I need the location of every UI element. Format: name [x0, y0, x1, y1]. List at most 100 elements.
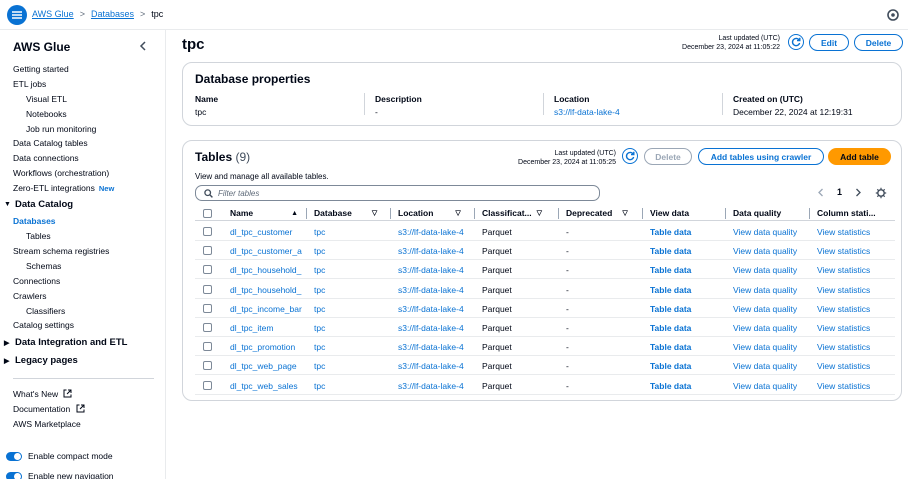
sidebar-item-data-connections[interactable]: Data connections — [13, 153, 79, 163]
compact-mode-toggle[interactable] — [6, 451, 22, 461]
database-link[interactable]: tpc — [314, 265, 386, 275]
location-link[interactable]: s3://lf-data-lake-4 — [398, 381, 474, 391]
sidebar-item-visual-etl[interactable]: Visual ETL — [26, 94, 67, 104]
filter-tables-input[interactable] — [218, 188, 598, 198]
view-data-quality-link[interactable]: View data quality — [733, 361, 807, 371]
database-link[interactable]: tpc — [314, 361, 386, 371]
table-name-link[interactable]: dl_tpc_item — [230, 323, 302, 333]
sidebar-section-data-integration[interactable]: ▶ Data Integration and ETL — [4, 337, 127, 348]
new-navigation-toggle[interactable] — [6, 471, 22, 479]
row-checkbox[interactable] — [203, 227, 212, 236]
sidebar-item-workflows[interactable]: Workflows (orchestration) — [13, 168, 109, 178]
column-header-deprecated[interactable]: Deprecated ▽ — [566, 208, 628, 218]
table-data-link[interactable]: Table data — [650, 381, 722, 391]
settings-icon[interactable] — [886, 8, 900, 22]
delete-button[interactable]: Delete — [854, 34, 903, 51]
edit-button[interactable]: Edit — [809, 34, 849, 51]
table-data-link[interactable]: Table data — [650, 246, 722, 256]
view-statistics-link[interactable]: View statistics — [817, 285, 891, 295]
breadcrumb-aws-glue[interactable]: AWS Glue — [32, 9, 74, 19]
view-data-quality-link[interactable]: View data quality — [733, 304, 807, 314]
sidebar-item-connections[interactable]: Connections — [13, 276, 60, 286]
page-number[interactable]: 1 — [837, 187, 842, 197]
table-data-link[interactable]: Table data — [650, 323, 722, 333]
view-statistics-link[interactable]: View statistics — [817, 342, 891, 352]
table-name-link[interactable]: dl_tpc_web_page — [230, 361, 302, 371]
view-data-quality-link[interactable]: View data quality — [733, 381, 807, 391]
database-link[interactable]: tpc — [314, 381, 386, 391]
view-statistics-link[interactable]: View statistics — [817, 246, 891, 256]
sidebar-item-classifiers[interactable]: Classifiers — [26, 306, 65, 316]
add-tables-crawler-button[interactable]: Add tables using crawler — [698, 148, 824, 165]
location-link[interactable]: s3://lf-data-lake-4 — [398, 361, 474, 371]
menu-icon[interactable] — [7, 5, 27, 25]
location-link[interactable]: s3://lf-data-lake-4 — [554, 107, 620, 117]
sidebar-item-data-catalog-tables[interactable]: Data Catalog tables — [13, 138, 88, 148]
sidebar-item-catalog-settings[interactable]: Catalog settings — [13, 320, 74, 330]
table-name-link[interactable]: dl_tpc_household_ — [230, 265, 302, 275]
column-header-name[interactable]: Name ▲ — [230, 208, 298, 218]
sidebar-item-stream-schema-registries[interactable]: Stream schema registries — [13, 246, 109, 256]
view-data-quality-link[interactable]: View data quality — [733, 342, 807, 352]
select-all-checkbox[interactable] — [203, 209, 212, 218]
column-header-location[interactable]: Location ▽ — [398, 208, 461, 218]
location-link[interactable]: s3://lf-data-lake-4 — [398, 265, 474, 275]
sidebar-item-tables[interactable]: Tables — [26, 231, 51, 241]
location-link[interactable]: s3://lf-data-lake-4 — [398, 304, 474, 314]
sidebar-item-getting-started[interactable]: Getting started — [13, 64, 69, 74]
table-data-link[interactable]: Table data — [650, 265, 722, 275]
view-data-quality-link[interactable]: View data quality — [733, 265, 807, 275]
table-name-link[interactable]: dl_tpc_web_sales — [230, 381, 302, 391]
location-link[interactable]: s3://lf-data-lake-4 — [398, 285, 474, 295]
sidebar-item-job-run-monitoring[interactable]: Job run monitoring — [26, 124, 96, 134]
database-link[interactable]: tpc — [314, 323, 386, 333]
view-statistics-link[interactable]: View statistics — [817, 227, 891, 237]
view-statistics-link[interactable]: View statistics — [817, 304, 891, 314]
row-checkbox[interactable] — [203, 342, 212, 352]
table-data-link[interactable]: Table data — [650, 361, 722, 371]
view-statistics-link[interactable]: View statistics — [817, 265, 891, 275]
row-checkbox[interactable] — [203, 284, 212, 294]
location-link[interactable]: s3://lf-data-lake-4 — [398, 342, 474, 352]
sidebar-link-whats-new[interactable]: What's New — [13, 389, 72, 399]
chevron-left-icon[interactable] — [817, 188, 825, 197]
database-link[interactable]: tpc — [314, 285, 386, 295]
breadcrumb-databases[interactable]: Databases — [91, 9, 134, 19]
sidebar-link-aws-marketplace[interactable]: AWS Marketplace — [13, 419, 81, 429]
table-data-link[interactable]: Table data — [650, 227, 722, 237]
table-data-link[interactable]: Table data — [650, 342, 722, 352]
location-link[interactable]: s3://lf-data-lake-4 — [398, 246, 474, 256]
sidebar-item-zero-etl[interactable]: Zero-ETL integrations New — [13, 183, 114, 193]
sidebar-item-notebooks[interactable]: Notebooks — [26, 109, 67, 119]
row-checkbox[interactable] — [203, 323, 212, 332]
sidebar-item-databases[interactable]: Databases — [13, 216, 56, 226]
chevron-right-icon[interactable] — [854, 188, 862, 197]
table-name-link[interactable]: dl_tpc_household_ — [230, 285, 302, 295]
row-checkbox[interactable] — [203, 303, 212, 313]
row-checkbox[interactable] — [203, 380, 212, 390]
view-data-quality-link[interactable]: View data quality — [733, 246, 807, 256]
sidebar-item-etl-jobs[interactable]: ETL jobs — [13, 79, 46, 89]
location-link[interactable]: s3://lf-data-lake-4 — [398, 227, 474, 237]
sidebar-link-documentation[interactable]: Documentation — [13, 404, 85, 414]
row-checkbox[interactable] — [203, 246, 212, 256]
row-checkbox[interactable] — [203, 265, 212, 275]
view-statistics-link[interactable]: View statistics — [817, 323, 891, 333]
table-data-link[interactable]: Table data — [650, 285, 722, 295]
table-data-link[interactable]: Table data — [650, 304, 722, 314]
database-link[interactable]: tpc — [314, 227, 386, 237]
sidebar-section-data-catalog[interactable]: ▼ Data Catalog — [4, 199, 73, 210]
column-header-classification[interactable]: Classificat... ▽ — [482, 208, 542, 218]
location-link[interactable]: s3://lf-data-lake-4 — [398, 323, 474, 333]
tables-delete-button[interactable]: Delete — [644, 148, 692, 165]
tables-refresh-button[interactable] — [622, 148, 638, 164]
sidebar-item-schemas[interactable]: Schemas — [26, 261, 61, 271]
table-name-link[interactable]: dl_tpc_income_bar — [230, 304, 302, 314]
view-data-quality-link[interactable]: View data quality — [733, 323, 807, 333]
table-name-link[interactable]: dl_tpc_promotion — [230, 342, 302, 352]
table-name-link[interactable]: dl_tpc_customer_a — [230, 246, 302, 256]
row-checkbox[interactable] — [203, 361, 212, 371]
view-statistics-link[interactable]: View statistics — [817, 381, 891, 391]
view-data-quality-link[interactable]: View data quality — [733, 285, 807, 295]
table-name-link[interactable]: dl_tpc_customer — [230, 227, 302, 237]
